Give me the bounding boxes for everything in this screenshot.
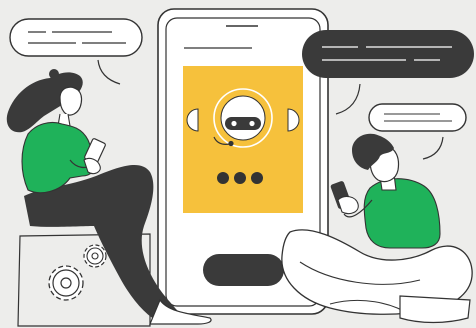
robot-eye-right xyxy=(249,120,255,127)
bubble-body xyxy=(368,103,467,132)
bubble-body xyxy=(9,18,143,57)
illustration-canvas xyxy=(6,8,474,327)
man-shoe xyxy=(399,295,471,324)
woman-hair-bun xyxy=(49,69,59,79)
typing-dot xyxy=(251,172,263,184)
bubble-body xyxy=(302,30,474,78)
typing-dot xyxy=(217,172,229,184)
man-shirt xyxy=(363,178,441,249)
bubble-tail xyxy=(422,136,444,160)
robot-mic-tip xyxy=(228,140,234,147)
chatbot-illustration xyxy=(0,0,476,328)
typing-dot xyxy=(234,172,246,184)
bubble-tail xyxy=(97,59,121,85)
woman-face xyxy=(59,86,83,116)
robot-visor xyxy=(225,117,261,130)
bubble-tail xyxy=(335,83,361,115)
gear-body xyxy=(52,269,80,297)
gear-icon-small xyxy=(83,244,107,268)
man-hand xyxy=(337,195,359,215)
phone-action-button[interactable] xyxy=(203,254,284,286)
gear-body xyxy=(86,247,104,265)
typing-indicator xyxy=(217,172,263,184)
robot-eye-left xyxy=(231,120,237,127)
gear-icon-large xyxy=(48,265,84,301)
